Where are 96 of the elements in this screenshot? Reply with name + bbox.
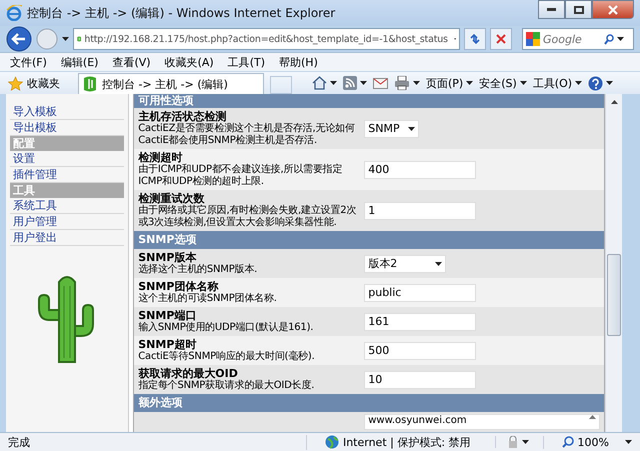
input-field[interactable]: 400 (364, 160, 476, 178)
menu-item[interactable]: 文件(F) (10, 54, 47, 70)
text-area[interactable]: www.osyunwei.com (364, 414, 600, 430)
field-description: 输入SNMP使用的UDP端口(默认是161). (138, 322, 314, 334)
menu-item[interactable]: 工具(T) (228, 54, 265, 70)
refresh-icon (469, 33, 481, 45)
menu-item[interactable]: 收藏夹(A) (164, 54, 214, 70)
field-label: 检测重试次数 (138, 192, 204, 205)
browser-icon (6, 5, 22, 21)
printer-icon (394, 76, 410, 90)
field-label: SNMP端口 (138, 309, 198, 322)
sidebar-header: 配置 (10, 136, 124, 151)
close-icon (496, 34, 506, 44)
favorites-button[interactable]: 收藏夹 (8, 76, 72, 90)
caret-icon (62, 37, 69, 41)
input-field[interactable]: 161 (364, 312, 476, 330)
field-description: 由于网络或其它原因,有时检测会失败,建立设置2次或3次连续检测,但设置太大会影响采集器性能. (138, 205, 358, 229)
sidebar-link[interactable]: 用户登出 (10, 230, 124, 246)
field-label: 检测超时 (138, 151, 182, 164)
page-icon (83, 76, 97, 92)
security-zone: Internet | 保护模式: 禁用 (342, 434, 471, 450)
field-label: SNMP超时 (138, 338, 198, 351)
search-icon (604, 34, 614, 44)
caret-icon (435, 262, 442, 266)
zoom-button[interactable]: 100% (542, 436, 619, 448)
dropdown[interactable]: 版本2 (364, 254, 446, 272)
window-title: 控制台 -> 主机 -> (编辑) - Windows Internet Explorer (27, 4, 336, 22)
maximize-icon (574, 6, 584, 14)
scrollbar[interactable] (605, 94, 622, 432)
minimize-icon (547, 8, 556, 11)
field-description: CactiEZ是否需要检测这个主机是否存活,无论如何CactiE都会使用SNMP检测主机是否存活. (138, 123, 356, 147)
home-button[interactable] (312, 76, 337, 90)
print-button[interactable] (394, 76, 420, 90)
refresh-button[interactable] (464, 28, 486, 50)
field-description: CactiE等待SNMP响应的最大时间(毫秒). (138, 351, 316, 363)
minimize-button[interactable] (538, 0, 565, 19)
stop-button[interactable] (490, 28, 512, 50)
address-field[interactable]: http://192.168.21.175/host.php?action=edit&host_template_id=-1&host_status (73, 28, 460, 50)
caret-icon (466, 81, 474, 85)
sidebar-link[interactable]: 导入模板 (10, 104, 124, 120)
menu-item[interactable]: 帮助(H) (279, 54, 318, 70)
caret-icon (408, 126, 415, 130)
field-description: 指定每个SNMP获取请求的最大OID长度. (138, 380, 316, 392)
caret-icon (330, 81, 337, 85)
caret-icon (606, 81, 614, 85)
rss-icon (343, 76, 357, 90)
close-icon (608, 4, 618, 14)
command-menu[interactable]: 页面(P) (426, 76, 474, 90)
search-field[interactable]: Google (522, 28, 634, 50)
globe-icon (324, 435, 339, 449)
scrollbar-thumb[interactable] (607, 254, 622, 336)
zoom-icon (562, 436, 574, 448)
search-engine-icon (526, 32, 540, 46)
input-field[interactable]: 10 (364, 370, 476, 388)
close-button[interactable] (592, 0, 634, 19)
section-header: 额外选项 (134, 394, 604, 412)
section-header: 可用性选项 (134, 94, 604, 108)
dropdown[interactable]: SNMP (364, 120, 419, 138)
home-icon (312, 76, 327, 90)
scroll-up-icon (589, 415, 596, 419)
field-description: 由于ICMP和UDP都不会建议连接,所以需要指定ICMP和UDP检测的超时上限. (138, 164, 344, 188)
sidebar-link[interactable]: 用户管理 (10, 214, 124, 230)
input-field[interactable]: 500 (364, 342, 476, 360)
field-label: 获取请求的最大OID (138, 367, 238, 380)
help-icon (588, 76, 604, 90)
caret-icon (360, 81, 367, 85)
caret-icon (520, 81, 527, 85)
section-header: SNMP选项 (134, 231, 604, 249)
field-label: SNMP版本 (138, 251, 196, 264)
scroll-up-icon[interactable] (610, 100, 618, 104)
feeds-button[interactable] (343, 76, 367, 90)
field-description: 这个主机的可读SNMP团体名称. (138, 293, 278, 305)
caret-icon (625, 440, 632, 444)
maximize-button[interactable] (565, 0, 592, 19)
caret-icon (413, 81, 420, 85)
back-button[interactable] (6, 26, 32, 52)
command-menu[interactable]: 安全(S) (479, 76, 527, 90)
input-field[interactable]: public (364, 284, 476, 302)
browser-tab[interactable]: 控制台 -> 主机 -> (编辑) (78, 73, 264, 94)
menu-item[interactable]: 查看(V) (112, 54, 151, 70)
status-text: 完成 (8, 434, 31, 450)
star-icon (8, 76, 23, 90)
menu-item[interactable]: 编辑(E) (60, 54, 98, 70)
sidebar-link[interactable]: 系统工具 (10, 198, 124, 214)
field-label: SNMP团体名称 (138, 280, 220, 293)
command-menu[interactable]: 工具(O) (532, 76, 582, 90)
field-label: 主机存活状态检测 (138, 110, 226, 123)
mail-icon[interactable] (373, 78, 388, 88)
caret-icon (522, 440, 529, 444)
caret-icon (617, 37, 624, 41)
sidebar-header: 工具 (10, 183, 124, 198)
caret-icon (575, 81, 582, 85)
sidebar-link[interactable]: 设置 (10, 151, 124, 167)
field-description: 选择这个主机的SNMP版本. (138, 264, 258, 276)
help-button[interactable] (588, 76, 614, 90)
input-field[interactable]: 1 (364, 202, 476, 220)
